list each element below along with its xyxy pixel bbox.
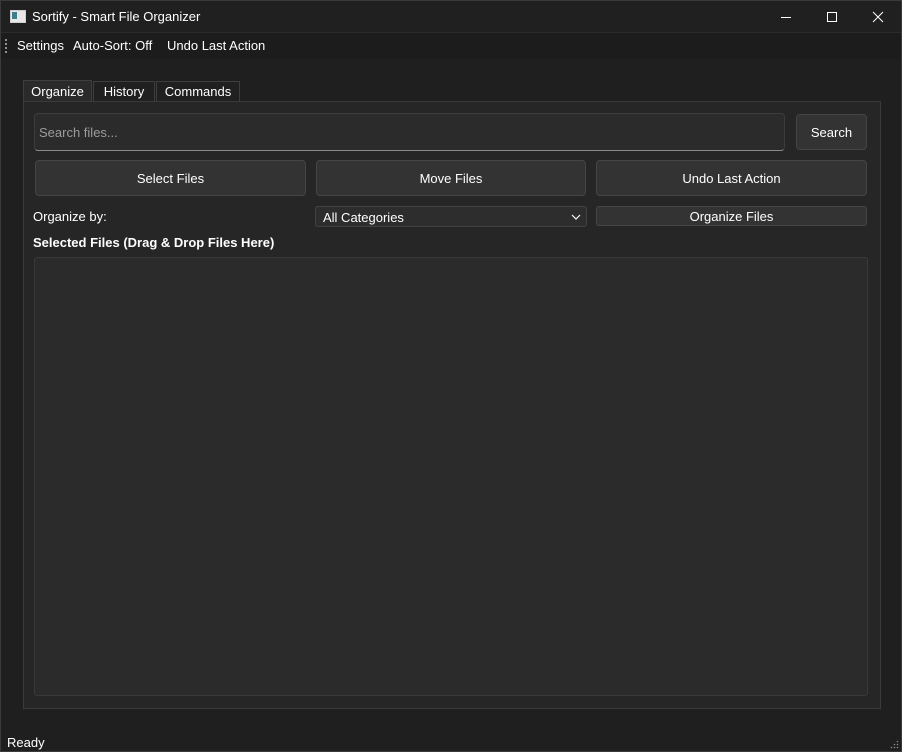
- resize-grip-icon[interactable]: [889, 739, 899, 749]
- minimize-button[interactable]: [763, 1, 809, 32]
- close-icon: [872, 11, 884, 22]
- undo-last-action-button[interactable]: Undo Last Action: [596, 160, 867, 196]
- select-files-button[interactable]: Select Files: [35, 160, 306, 196]
- category-select-value: All Categories: [323, 210, 404, 225]
- minimize-icon: [781, 16, 791, 18]
- move-files-button[interactable]: Move Files: [316, 160, 586, 196]
- tab-history[interactable]: History: [93, 81, 155, 101]
- main-window: Sortify - Smart File Organizer Settings …: [0, 0, 902, 752]
- selected-files-label: Selected Files (Drag & Drop Files Here): [33, 235, 275, 250]
- title-bar[interactable]: Sortify - Smart File Organizer: [1, 1, 901, 32]
- search-input[interactable]: [34, 113, 785, 151]
- menu-settings[interactable]: Settings: [17, 38, 64, 53]
- toolbar-grip-handle[interactable]: [5, 38, 7, 54]
- menu-bar: Settings Auto-Sort: Off Undo Last Action: [1, 32, 901, 59]
- status-bar: Ready: [1, 731, 901, 751]
- app-window-icon: [10, 10, 26, 23]
- status-text: Ready: [7, 735, 45, 750]
- search-button[interactable]: Search: [796, 114, 867, 150]
- menu-undo-last-action[interactable]: Undo Last Action: [167, 38, 265, 53]
- chevron-down-icon: [571, 214, 581, 220]
- window-title: Sortify - Smart File Organizer: [32, 9, 201, 24]
- organize-files-button[interactable]: Organize Files: [596, 206, 867, 226]
- maximize-button[interactable]: [809, 1, 855, 32]
- menu-auto-sort[interactable]: Auto-Sort: Off: [73, 38, 152, 53]
- organize-by-label: Organize by:: [33, 209, 107, 224]
- category-select[interactable]: All Categories: [315, 206, 587, 227]
- selected-files-drop-zone[interactable]: [34, 257, 868, 696]
- maximize-icon: [827, 11, 837, 22]
- tab-commands[interactable]: Commands: [156, 81, 240, 101]
- close-button[interactable]: [855, 1, 901, 32]
- tab-organize[interactable]: Organize: [23, 80, 92, 102]
